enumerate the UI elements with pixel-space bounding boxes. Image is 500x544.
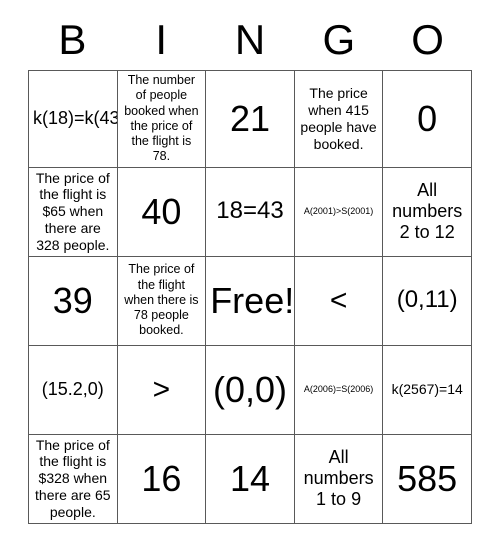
bingo-cell-text: All numbers 1 to 9 [303, 446, 374, 510]
bingo-cell[interactable]: All numbers 2 to 12 [382, 166, 472, 257]
bingo-cell-text: 0 [417, 97, 438, 139]
bingo-cell-free[interactable]: Free! [205, 255, 295, 346]
bingo-cell-text: 39 [52, 279, 93, 321]
bingo-cell-text: All numbers 2 to 12 [392, 179, 463, 243]
bingo-cell[interactable]: 585 [382, 433, 472, 524]
bingo-cell[interactable]: k(2567)=14 [382, 344, 472, 435]
bingo-cell[interactable]: All numbers 1 to 9 [293, 433, 384, 524]
bingo-cell[interactable]: A(2006)=S(2006) [293, 344, 384, 435]
bingo-cell-text: A(2006)=S(2006) [303, 384, 374, 395]
bingo-cell-text: 18=43 [216, 197, 284, 225]
header-letter-o: O [411, 16, 444, 63]
bingo-cell-text: Free! [210, 279, 295, 321]
bingo-cell-text: (15.2,0) [41, 378, 104, 399]
bingo-cell-text: > [152, 372, 171, 406]
bingo-cell-text: k(2567)=14 [391, 381, 463, 398]
bingo-cell[interactable]: 14 [205, 433, 295, 524]
bingo-cell-text: A(2001)>S(2001) [303, 206, 374, 217]
bingo-cell[interactable]: The number of people booked when the pri… [116, 70, 207, 168]
table-row: The price of the flight is $328 when the… [28, 433, 472, 524]
bingo-cell[interactable]: (0,11) [382, 255, 472, 346]
bingo-card: B I N G O k(18)=k(43) The number of peop… [0, 0, 500, 544]
bingo-cell-text: (0,0) [212, 368, 287, 410]
bingo-cell[interactable]: > [116, 344, 207, 435]
bingo-cell-text: (0,11) [396, 286, 458, 314]
bingo-cell[interactable]: 0 [382, 70, 472, 168]
bingo-cell-text: 40 [141, 190, 182, 232]
bingo-cell-text: The price of the flight is $328 when the… [35, 436, 111, 520]
bingo-grid: k(18)=k(43) The number of people booked … [28, 70, 472, 524]
header-letter-n: N [234, 16, 266, 63]
bingo-cell[interactable]: The price of the flight is $328 when the… [28, 433, 118, 524]
bingo-cell-text: The price of the flight is $65 when ther… [35, 169, 110, 253]
bingo-cell[interactable]: (0,0) [205, 344, 295, 435]
bingo-cell-text: 14 [229, 457, 270, 499]
bingo-cell[interactable]: 40 [116, 166, 207, 257]
bingo-cell[interactable]: < [293, 255, 384, 346]
bingo-cell-text: k(18)=k(43) [33, 108, 118, 129]
bingo-cell[interactable]: 16 [116, 433, 207, 524]
bingo-header: B I N G O [28, 14, 472, 66]
bingo-cell-text: The price of the flight when there is 78… [124, 262, 199, 338]
bingo-cell-text: < [329, 283, 348, 317]
bingo-cell-text: 585 [397, 457, 458, 499]
bingo-cell[interactable]: k(18)=k(43) [28, 70, 118, 168]
bingo-cell[interactable]: (15.2,0) [28, 344, 118, 435]
bingo-cell[interactable]: The price when 415 people have booked. [293, 70, 384, 168]
bingo-cell-text: The price when 415 people have booked. [300, 85, 377, 152]
header-letter-b: B [58, 16, 87, 63]
header-letter-i: I [155, 16, 168, 63]
table-row: (15.2,0) > (0,0) A(2006)=S(2006) k(2567)… [28, 344, 472, 435]
table-row: 39 The price of the flight when there is… [28, 255, 472, 346]
bingo-cell-text: 16 [141, 457, 182, 499]
table-row: The price of the flight is $65 when ther… [28, 166, 472, 257]
bingo-cell[interactable]: A(2001)>S(2001) [293, 166, 384, 257]
bingo-cell-text: The number of people booked when the pri… [124, 73, 199, 164]
bingo-cell[interactable]: 39 [28, 255, 118, 346]
bingo-cell-text: 21 [229, 97, 270, 139]
table-row: k(18)=k(43) The number of people booked … [28, 70, 472, 168]
bingo-cell[interactable]: The price of the flight when there is 78… [116, 255, 207, 346]
header-letter-g: G [322, 16, 356, 63]
bingo-cell[interactable]: The price of the flight is $65 when ther… [28, 166, 118, 257]
bingo-cell[interactable]: 18=43 [205, 166, 295, 257]
bingo-cell[interactable]: 21 [205, 70, 295, 168]
